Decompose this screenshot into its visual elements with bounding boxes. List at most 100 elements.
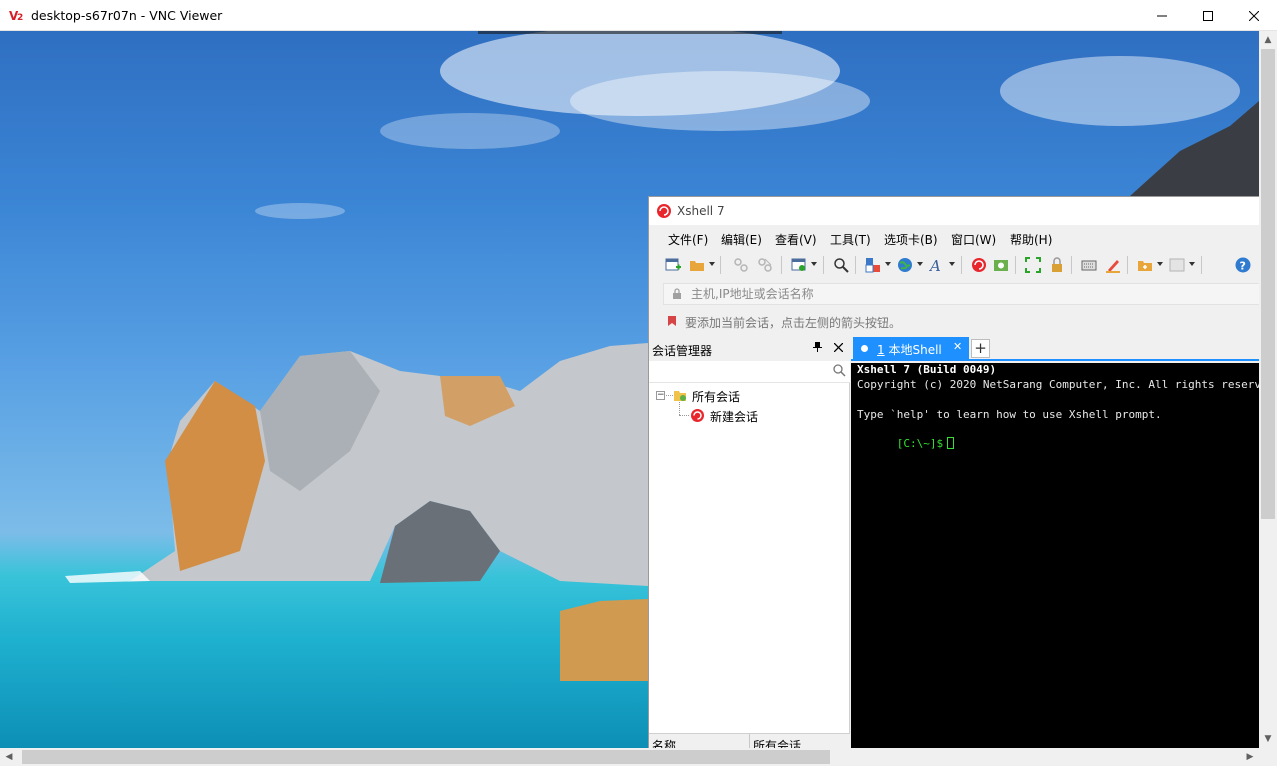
toolbar-separator [855, 256, 856, 274]
toolbar-separator [1071, 256, 1072, 274]
xshell-window[interactable]: Xshell 7 文件(F) 编辑(E) 查看(V) 工具(T) 选项卡(B) … [648, 196, 1259, 748]
keyboard-icon[interactable] [1081, 257, 1097, 273]
chevron-down-icon[interactable] [1189, 262, 1195, 266]
menu-bar: 文件(F) 编辑(E) 查看(V) 工具(T) 选项卡(B) 窗口(W) 帮助(… [649, 227, 1259, 249]
terminal-cursor [947, 437, 955, 449]
hint-text: 要添加当前会话，点击左侧的箭头按钮。 [685, 316, 902, 330]
terminal-prompt-line[interactable]: [C:\~]$ [857, 423, 955, 465]
search-icon[interactable] [833, 257, 849, 273]
chevron-down-icon[interactable] [709, 262, 715, 266]
scroll-up-icon[interactable]: ▲ [1259, 31, 1277, 49]
xshell-title: Xshell 7 [677, 204, 725, 218]
vertical-scrollbar[interactable]: ▲ ▼ [1259, 31, 1277, 748]
help-icon[interactable]: ? [1235, 257, 1251, 273]
address-bar[interactable] [663, 283, 1259, 305]
terminal-line: Type `help' to learn how to use Xshell p… [857, 408, 1162, 421]
font-icon[interactable]: A [928, 257, 945, 275]
scroll-corner [1259, 748, 1277, 766]
layout-icon [1169, 257, 1185, 273]
horizontal-scroll-thumb[interactable] [22, 750, 830, 764]
properties-icon[interactable] [791, 257, 807, 273]
search-icon[interactable] [833, 364, 846, 377]
toolbar-separator [781, 256, 782, 274]
scroll-left-icon[interactable]: ◀ [0, 748, 18, 766]
transfer-icon[interactable] [865, 257, 881, 273]
window-title: desktop-s67r07n - VNC Viewer [31, 8, 223, 23]
add-tab-button[interactable]: + [971, 339, 990, 358]
chevron-down-icon[interactable] [949, 262, 955, 266]
terminal-prompt: [C:\~]$ [896, 437, 944, 450]
lock-icon[interactable] [1049, 257, 1065, 273]
tab-local-shell[interactable]: 1 本地Shell ✕ [853, 337, 969, 359]
xftp-icon[interactable] [993, 257, 1009, 273]
vnc-titlebar: V 2 desktop-s67r07n - VNC Viewer [0, 0, 1277, 31]
close-icon[interactable]: ✕ [953, 340, 962, 353]
menu-edit[interactable]: 编辑(E) [721, 231, 762, 248]
column-header-name[interactable]: 名称 [652, 737, 676, 748]
menu-window[interactable]: 窗口(W) [951, 231, 996, 248]
maximize-button[interactable] [1185, 0, 1231, 31]
session-manager-header: 会话管理器 [649, 337, 850, 361]
open-folder-icon[interactable] [689, 257, 705, 273]
terminal[interactable]: Xshell 7 (Build 0049) Copyright (c) 2020… [851, 363, 1259, 748]
fullscreen-icon[interactable] [1025, 257, 1041, 273]
session-manager-title: 会话管理器 [652, 344, 713, 358]
svg-text:A: A [929, 257, 941, 273]
toolbar-separator [1015, 256, 1016, 274]
vertical-scroll-thumb[interactable] [1261, 49, 1275, 519]
host-address-input[interactable] [691, 287, 1091, 301]
toolbar: A ? [657, 253, 1259, 279]
chevron-down-icon[interactable] [811, 262, 817, 266]
menu-tools[interactable]: 工具(T) [830, 231, 871, 248]
disconnect-icon [757, 257, 773, 273]
pin-icon[interactable] [813, 341, 822, 356]
tree-item-new-session[interactable]: 新建会话 [649, 407, 850, 425]
svg-text:?: ? [1240, 260, 1246, 273]
new-session-icon[interactable] [665, 257, 681, 273]
scroll-down-icon[interactable]: ▼ [1259, 730, 1277, 748]
maximize-icon [1203, 10, 1213, 21]
tree-label-new-session: 新建会话 [710, 410, 759, 424]
menu-file[interactable]: 文件(F) [668, 231, 708, 248]
column-separator[interactable] [749, 734, 750, 748]
vnc-viewer-logo-icon: V 2 [9, 9, 23, 22]
tab-status-dot [861, 345, 868, 352]
session-manager-pane: 会话管理器 − 所有会话 新建会话 名称 所有会话 [649, 337, 850, 748]
tab-label: 1 本地Shell [877, 343, 942, 357]
tree-connector [666, 395, 673, 396]
xshell-titlebar[interactable]: Xshell 7 [649, 197, 1259, 225]
toolbar-separator [961, 256, 962, 274]
close-window-button[interactable] [1231, 0, 1277, 31]
tree-connector [679, 415, 689, 416]
toolbar-separator [1127, 256, 1128, 274]
tree-label-all-sessions: 所有会话 [692, 390, 741, 404]
xshell-logo-icon [657, 204, 671, 218]
menu-help[interactable]: 帮助(H) [1010, 231, 1052, 248]
tab-strip: 1 本地Shell ✕ + [851, 337, 1259, 361]
chevron-down-icon[interactable] [1157, 262, 1163, 266]
toolbar-separator [1201, 256, 1202, 274]
horizontal-scrollbar[interactable]: ◀ ▶ [0, 748, 1259, 766]
session-search-input[interactable] [649, 361, 850, 383]
scroll-right-icon[interactable]: ▶ [1241, 748, 1259, 766]
close-icon[interactable] [833, 340, 844, 355]
bookmark-arrow-icon[interactable] [667, 315, 678, 327]
highlight-pen-icon[interactable] [1105, 257, 1121, 273]
menu-tabs[interactable]: 选项卡(B) [884, 231, 938, 248]
toolbar-separator [720, 256, 721, 274]
toolbar-separator [823, 256, 824, 274]
globe-icon[interactable] [897, 257, 913, 273]
chevron-down-icon[interactable] [885, 262, 891, 266]
close-icon [1249, 10, 1259, 21]
xshell-logo-icon[interactable] [971, 257, 987, 273]
new-folder-icon[interactable] [1137, 257, 1153, 273]
terminal-line: Copyright (c) 2020 NetSarang Computer, I… [857, 378, 1259, 391]
chevron-down-icon[interactable] [917, 262, 923, 266]
session-manager-columns: 名称 所有会话 [649, 733, 850, 748]
menu-view[interactable]: 查看(V) [775, 231, 817, 248]
column-header-all-sessions[interactable]: 所有会话 [753, 737, 801, 748]
minimize-button[interactable] [1139, 0, 1185, 31]
minimize-icon [1157, 15, 1167, 16]
collapse-toggle-icon[interactable]: − [656, 391, 665, 400]
folder-icon [674, 391, 686, 401]
